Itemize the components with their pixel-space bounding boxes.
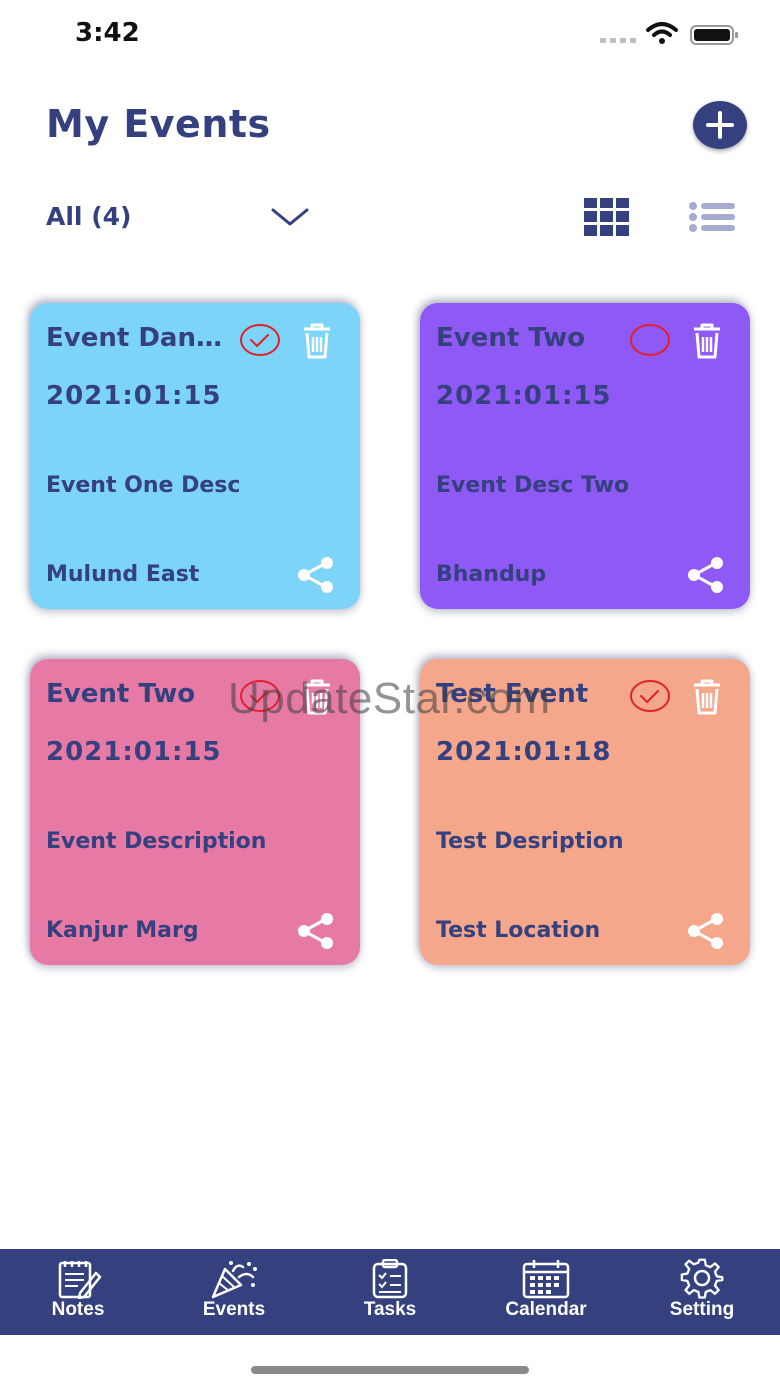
- trash-icon[interactable]: [302, 323, 332, 359]
- event-card[interactable]: Event Dan... 2021:01:15 Event One Desc Mulu…: [30, 303, 360, 609]
- tab-bar: Notes Events Tasks Calendar Setting: [0, 1249, 780, 1335]
- event-date: 2021:01:18: [436, 737, 612, 767]
- list-view-icon[interactable]: [688, 202, 736, 232]
- event-title: Event Two: [436, 323, 586, 353]
- battery-icon: [690, 25, 738, 45]
- event-date: 2021:01:15: [46, 381, 222, 411]
- event-date: 2021:01:15: [436, 381, 612, 411]
- tab-label: Setting: [669, 1299, 735, 1320]
- event-description: Event Desc Two: [436, 473, 630, 498]
- event-location: Bhandup: [436, 562, 547, 587]
- event-title: Event Dan...: [46, 323, 222, 353]
- tab-setting[interactable]: Setting: [624, 1249, 780, 1335]
- calendar-icon: [522, 1260, 570, 1299]
- event-location: Mulund East: [46, 562, 200, 587]
- add-event-button[interactable]: [693, 101, 747, 149]
- event-description: Event One Desc: [46, 473, 241, 498]
- trash-icon[interactable]: [692, 679, 722, 715]
- tab-label: Calendar: [505, 1299, 587, 1320]
- party-popper-icon: [211, 1261, 257, 1299]
- check-circle-icon[interactable]: [630, 323, 670, 357]
- tab-tasks[interactable]: Tasks: [312, 1249, 468, 1335]
- event-title: Event Two: [46, 679, 196, 709]
- page-title: My Events: [46, 102, 271, 146]
- event-description: Test Desription: [436, 829, 624, 854]
- share-icon[interactable]: [296, 913, 336, 949]
- tab-label: Events: [202, 1299, 266, 1320]
- status-time: 3:42: [75, 18, 140, 48]
- event-card[interactable]: Event Two 2021:01:15 Event Desc Two Bhandup: [420, 303, 750, 609]
- share-icon[interactable]: [686, 913, 726, 949]
- watermark: UpdateStar.com: [228, 674, 551, 723]
- wifi-icon: [646, 22, 678, 44]
- tab-calendar[interactable]: Calendar: [468, 1249, 624, 1335]
- share-icon[interactable]: [296, 557, 336, 593]
- event-location: Kanjur Marg: [46, 918, 199, 943]
- filter-label[interactable]: All (4): [46, 202, 131, 231]
- home-indicator: [251, 1366, 529, 1374]
- chevron-down-icon[interactable]: [270, 206, 310, 228]
- event-location: Test Location: [436, 918, 601, 943]
- tab-label: Tasks: [363, 1299, 417, 1320]
- grid-view-icon[interactable]: [584, 198, 630, 236]
- gear-icon: [680, 1258, 724, 1299]
- notes-icon: [58, 1261, 102, 1299]
- tab-notes[interactable]: Notes: [0, 1249, 156, 1335]
- event-description: Event Description: [46, 829, 267, 854]
- check-circle-icon[interactable]: [630, 679, 670, 713]
- status-bar: 3:42: [0, 0, 780, 70]
- trash-icon[interactable]: [692, 323, 722, 359]
- tab-events[interactable]: Events: [156, 1249, 312, 1335]
- event-date: 2021:01:15: [46, 737, 222, 767]
- signal-icon: [600, 38, 636, 43]
- check-circle-icon[interactable]: [240, 323, 280, 357]
- share-icon[interactable]: [686, 557, 726, 593]
- clipboard-icon: [372, 1259, 408, 1299]
- tab-label: Notes: [51, 1299, 105, 1320]
- plus-icon: [706, 111, 734, 139]
